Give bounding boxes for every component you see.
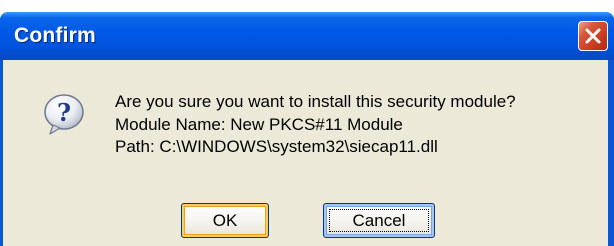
title-bar[interactable]: Confirm [0, 12, 614, 60]
dialog-body: ? Are you sure you want to install this … [3, 60, 608, 246]
message-path: Path: C:\WINDOWS\system32\siecap11.dll [115, 137, 438, 156]
message-text: Are you sure you want to install this se… [115, 91, 516, 159]
svg-text:?: ? [57, 98, 71, 127]
close-button[interactable] [578, 21, 608, 51]
dialog-title: Confirm [14, 24, 96, 47]
ok-button[interactable]: OK [181, 203, 269, 238]
message-module-name: Module Name: New PKCS#11 Module [115, 114, 403, 134]
ok-label: OK [212, 210, 238, 230]
cancel-button[interactable]: Cancel [323, 203, 435, 238]
focus-rectangle [329, 209, 429, 232]
confirm-dialog: Confirm ? Are you sure you want to insta… [0, 12, 614, 246]
close-icon [585, 28, 601, 44]
message-question: Are you sure you want to install this se… [115, 92, 516, 111]
question-icon: ? [44, 94, 84, 135]
